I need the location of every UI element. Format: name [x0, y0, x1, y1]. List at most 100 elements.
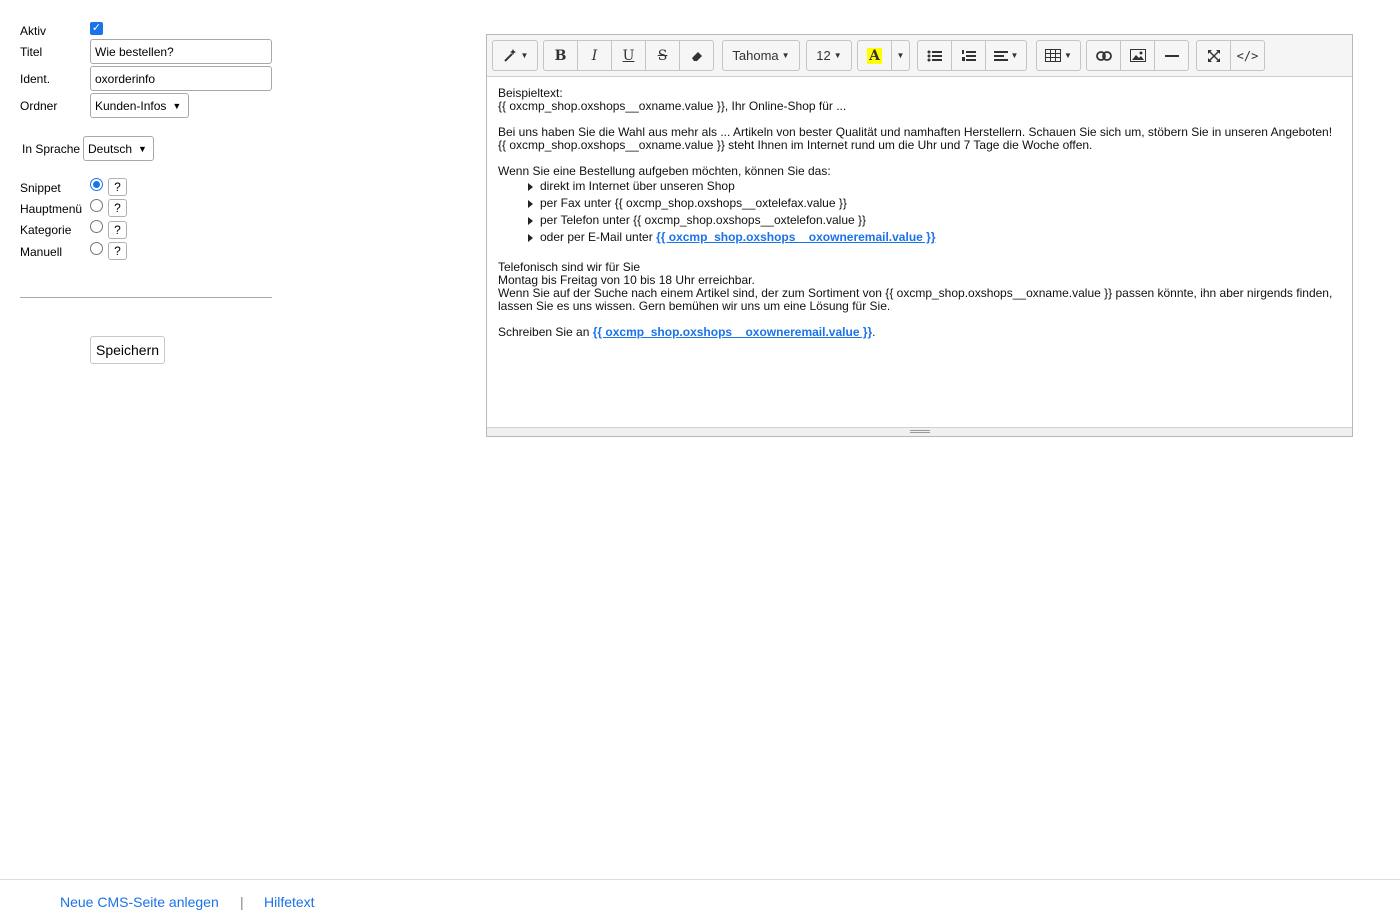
help-button-kategorie[interactable]: ?: [108, 221, 127, 239]
caret-down-icon: ▼: [1010, 51, 1019, 60]
editor-resize-handle[interactable]: [487, 427, 1352, 436]
list-item-text: oder per E-Mail unter: [540, 230, 657, 244]
type-radio-hauptmenu[interactable]: [90, 199, 103, 212]
bullet-list-button[interactable]: [917, 40, 952, 71]
ordner-select[interactable]: Kunden-Infos ▼: [90, 93, 189, 118]
grip-icon: [909, 430, 930, 433]
font-name-dropdown[interactable]: Tahoma ▼: [722, 40, 800, 71]
caret-down-icon: ▼: [896, 51, 905, 60]
email-link[interactable]: {{ oxcmp_shop.oxshops__oxowneremail.valu…: [593, 325, 872, 339]
type-radio-snippet[interactable]: [90, 178, 103, 191]
highlight-color-button[interactable]: A: [857, 40, 892, 71]
content-paragraph: Wenn Sie eine Bestellung aufgeben möchte…: [498, 164, 831, 178]
help-text-link[interactable]: Hilfetext: [264, 894, 315, 910]
strikethrough-button[interactable]: S: [645, 40, 680, 71]
aktiv-label: Aktiv: [20, 24, 47, 38]
table-group: ▼: [1036, 40, 1081, 71]
save-button[interactable]: Speichern: [90, 336, 166, 364]
link-icon: [1095, 50, 1112, 61]
bottom-bar-separator: |: [240, 894, 244, 910]
image-button[interactable]: [1120, 40, 1155, 71]
table-dropdown[interactable]: ▼: [1036, 40, 1081, 71]
content-text: Wenn Sie auf der Suche nach einem Artike…: [498, 286, 1333, 313]
order-options-list: direkt im Internet über unseren Shop per…: [498, 180, 1341, 244]
sprache-select[interactable]: Deutsch ▼: [83, 136, 154, 161]
content-text: {{ oxcmp_shop.oxshops__oxname.value }} s…: [498, 138, 1093, 152]
titel-input[interactable]: [90, 39, 272, 64]
font-size-dropdown[interactable]: 12 ▼: [806, 40, 852, 71]
font-name-value: Tahoma: [732, 48, 779, 63]
caret-down-icon: ▼: [1064, 51, 1072, 60]
numbered-list-icon: [961, 49, 976, 61]
list-item: per Telefon unter {{ oxcmp_shop.oxshops_…: [528, 214, 1341, 227]
sprache-label: In Sprache: [22, 142, 81, 156]
type-label-snippet: Snippet: [20, 181, 61, 195]
paragraph-group: ▼: [917, 40, 1027, 71]
content-text: Bei uns haben Sie die Wahl aus mehr als …: [498, 125, 1333, 139]
type-label-manuell: Manuell: [20, 245, 63, 259]
eraser-button[interactable]: [679, 40, 714, 71]
content-paragraph: Beispieltext: {{ oxcmp_shop.oxshops__oxn…: [498, 87, 1341, 113]
code-icon: </>: [1236, 48, 1259, 63]
editor-content[interactable]: Beispieltext: {{ oxcmp_shop.oxshops__oxn…: [487, 77, 1352, 428]
caret-down-icon: ▼: [833, 51, 842, 60]
view-group: </>: [1196, 40, 1265, 71]
ordner-value: Kunden-Infos: [95, 98, 167, 113]
color-group: A ▼: [857, 40, 910, 71]
content-text: {{ oxcmp_shop.oxshops__oxname.value }}, …: [498, 99, 847, 113]
underline-icon: U: [622, 47, 635, 64]
content-paragraph: Schreiben Sie an {{ oxcmp_shop.oxshops__…: [498, 326, 1341, 339]
italic-button[interactable]: I: [577, 40, 612, 71]
fullscreen-button[interactable]: [1196, 40, 1231, 71]
help-button-manuell[interactable]: ?: [108, 242, 127, 260]
list-item: direkt im Internet über unseren Shop: [528, 180, 1341, 193]
caret-down-icon: ▼: [781, 51, 790, 60]
bold-icon: B: [554, 47, 567, 64]
code-view-button[interactable]: </>: [1230, 40, 1265, 71]
strikethrough-icon: S: [657, 47, 668, 64]
caret-down-icon: ▼: [520, 51, 529, 60]
highlight-icon: A: [867, 47, 882, 64]
align-dropdown[interactable]: ▼: [985, 40, 1027, 71]
ident-input[interactable]: [90, 66, 272, 91]
help-button-snippet[interactable]: ?: [108, 178, 127, 196]
underline-button[interactable]: U: [611, 40, 646, 71]
help-button-hauptmenu[interactable]: ?: [108, 199, 127, 217]
list-item: oder per E-Mail unter {{ oxcmp_shop.oxsh…: [528, 231, 1341, 244]
titel-label: Titel: [20, 45, 43, 59]
bottom-action-bar: Neue CMS-Seite anlegen | Hilfetext: [0, 879, 1400, 910]
color-dropdown[interactable]: ▼: [891, 40, 910, 71]
content-text: Telefonisch sind wir für Sie: [498, 260, 641, 274]
horizontal-rule-icon: [1164, 54, 1179, 57]
email-link[interactable]: {{ oxcmp_shop.oxshops__oxowneremail.valu…: [656, 230, 935, 244]
font-name-group: Tahoma ▼: [722, 40, 800, 71]
link-button[interactable]: [1086, 40, 1121, 71]
format-group: B I U S: [543, 40, 714, 71]
magic-wand-icon: [503, 48, 516, 62]
aktiv-checkbox[interactable]: ✓: [90, 22, 103, 35]
list-item: per Fax unter {{ oxcmp_shop.oxshops__oxt…: [528, 197, 1341, 210]
rich-text-editor: ▼ B I U S Tahoma ▼ 12 ▼ A ▼ ▼ ▼ </> Beis…: [486, 34, 1353, 437]
align-left-icon: [993, 50, 1008, 61]
content-text: .: [872, 325, 876, 339]
insert-group: [1086, 40, 1189, 71]
numbered-list-button[interactable]: [951, 40, 986, 71]
magic-wand-dropdown[interactable]: ▼: [492, 40, 538, 71]
bold-button[interactable]: B: [543, 40, 578, 71]
table-icon: [1045, 49, 1062, 62]
image-icon: [1129, 49, 1146, 62]
content-text: Montag bis Freitag von 10 bis 18 Uhr err…: [498, 273, 755, 287]
type-radio-kategorie[interactable]: [90, 220, 103, 233]
fullscreen-icon: [1207, 49, 1220, 62]
content-paragraph: Bei uns haben Sie die Wahl aus mehr als …: [498, 126, 1341, 152]
horizontal-rule-button[interactable]: [1154, 40, 1189, 71]
editor-toolbar: ▼ B I U S Tahoma ▼ 12 ▼ A ▼ ▼ ▼ </>: [487, 35, 1352, 77]
chevron-down-icon: ▼: [138, 143, 147, 154]
sprache-value: Deutsch: [88, 141, 133, 156]
new-cms-page-link[interactable]: Neue CMS-Seite anlegen: [60, 894, 219, 910]
font-size-group: 12 ▼: [806, 40, 852, 71]
font-size-value: 12: [816, 48, 831, 63]
eraser-icon: [691, 51, 702, 61]
type-radio-manuell[interactable]: [90, 242, 103, 255]
type-label-kategorie: Kategorie: [20, 223, 72, 237]
